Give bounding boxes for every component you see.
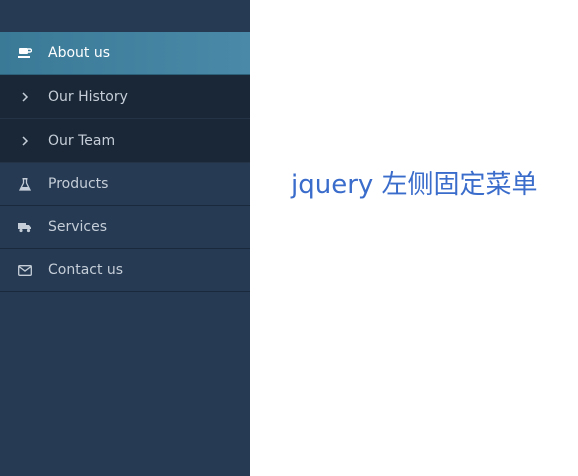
- sidebar-subitem-our-history[interactable]: Our History: [0, 75, 250, 119]
- sidebar-item-contact-us[interactable]: Contact us: [0, 249, 250, 292]
- chevron-right-icon: [17, 89, 33, 105]
- sidebar-item-about-us[interactable]: About us: [0, 32, 250, 75]
- sidebar-item-label: Our Team: [48, 132, 116, 149]
- sidebar-item-label: About us: [48, 45, 111, 61]
- sidebar-subitem-our-team[interactable]: Our Team: [0, 119, 250, 163]
- truck-icon: [17, 219, 33, 235]
- sidebar-item-label: Products: [48, 176, 109, 192]
- sidebar-item-products[interactable]: Products: [0, 163, 250, 206]
- sidebar: About us Our History Our Team Products S…: [0, 0, 250, 476]
- sidebar-item-services[interactable]: Services: [0, 206, 250, 249]
- sidebar-menu: About us Our History Our Team Products S…: [0, 32, 250, 292]
- page: About us Our History Our Team Products S…: [0, 0, 578, 476]
- sidebar-item-label: Our History: [48, 88, 128, 105]
- flask-icon: [17, 176, 33, 192]
- sidebar-item-label: Contact us: [48, 262, 124, 278]
- coffee-cup-icon: [17, 45, 33, 61]
- sidebar-item-label: Services: [48, 219, 108, 235]
- page-title: jquery 左侧固定菜单: [291, 170, 538, 200]
- envelope-icon: [17, 262, 33, 278]
- chevron-right-icon: [17, 133, 33, 149]
